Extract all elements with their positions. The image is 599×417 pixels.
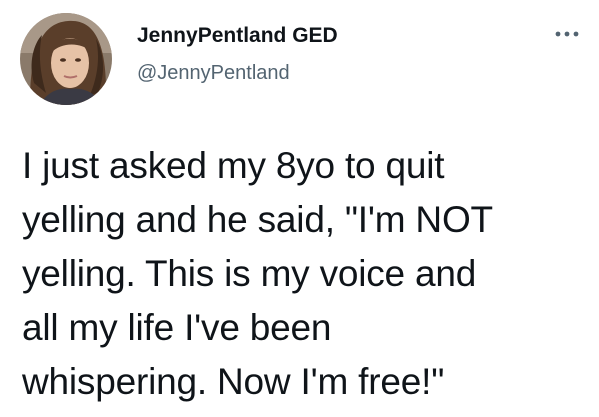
more-options-icon bbox=[555, 31, 579, 37]
profile-photo-icon bbox=[20, 13, 112, 105]
tweet-text-line: whispering. Now I'm free!" bbox=[22, 361, 445, 402]
tweet-text-line: yelling and he said, "I'm NOT bbox=[22, 199, 493, 240]
tweet-text-line: yelling. This is my voice and bbox=[22, 253, 477, 294]
avatar[interactable] bbox=[20, 13, 112, 105]
user-handle[interactable]: @JennyPentland bbox=[137, 60, 290, 86]
more-options-button[interactable] bbox=[548, 22, 586, 46]
display-name[interactable]: JennyPentland GED bbox=[137, 23, 338, 49]
tweet-text-line: I just asked my 8yo to quit bbox=[22, 145, 445, 186]
tweet-text-line: all my life I've been bbox=[22, 307, 332, 348]
tweet-text: I just asked my 8yo to quit yelling and … bbox=[22, 139, 582, 409]
